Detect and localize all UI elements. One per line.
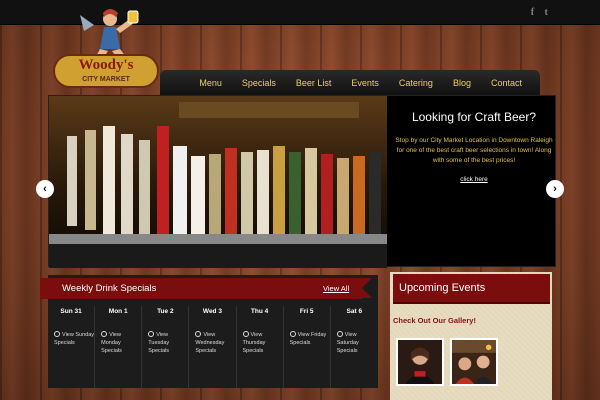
gallery-link[interactable]: Check Out Our Gallery! [393, 316, 476, 325]
day-specials-link[interactable]: View Wednesday Specials [195, 331, 235, 355]
clock-icon [195, 331, 202, 337]
hero-slider: Looking for Craft Beer? Stop by our City… [48, 95, 557, 268]
day-column: Thu 4 View Thursday Specials [237, 306, 284, 388]
social-links: f t [531, 6, 548, 18]
view-all-link[interactable]: View All [323, 284, 349, 293]
clock-icon [336, 331, 343, 337]
events-header: Upcoming Events [393, 274, 550, 304]
drink-specials-title: Weekly Drink Specials [62, 283, 157, 294]
day-name: Mon 1 [108, 308, 128, 315]
gallery-thumbnail[interactable] [450, 338, 498, 386]
day-columns: Sun 31 View Sunday Specials Mon 1 View M… [48, 306, 378, 388]
slider-prev-button[interactable]: ‹ [36, 180, 54, 198]
day-column: Fri 5 View Friday Specials [284, 306, 331, 388]
day-name: Sun 31 [60, 308, 82, 315]
svg-text:CITY MARKET: CITY MARKET [82, 76, 130, 83]
nav-contact[interactable]: Contact [481, 78, 532, 88]
nav-events[interactable]: Events [341, 78, 389, 88]
day-specials-link[interactable]: View Tuesday Specials [148, 331, 188, 355]
gallery-thumbnail[interactable] [396, 338, 444, 386]
twitter-icon[interactable]: t [544, 6, 548, 18]
day-column: Mon 1 View Monday Specials [95, 306, 143, 388]
day-column: Wed 3 View Wednesday Specials [189, 306, 237, 388]
day-name: Fri 5 [299, 308, 314, 315]
nav-catering[interactable]: Catering [389, 78, 443, 88]
nav-specials[interactable]: Specials [232, 78, 286, 88]
day-specials-link[interactable]: View Sunday Specials [54, 331, 94, 347]
clock-icon [289, 331, 296, 337]
drink-specials-ribbon: Weekly Drink Specials View All [40, 278, 372, 299]
slide-title: Looking for Craft Beer? [411, 110, 537, 124]
clock-icon [54, 331, 60, 337]
day-column: Sun 31 View Sunday Specials [48, 306, 96, 388]
slide-body: Stop by our City Market Location in Down… [395, 137, 553, 164]
day-name: Thu 4 [250, 308, 269, 315]
nav-blog[interactable]: Blog [443, 78, 481, 88]
day-column: Tue 2 View Tuesday Specials [142, 306, 190, 388]
events-title: Upcoming Events [399, 282, 486, 294]
day-name: Sat 6 [346, 308, 363, 315]
beer-taps-image [49, 96, 387, 268]
day-specials-link[interactable]: View Monday Specials [101, 331, 141, 355]
clock-icon [242, 331, 249, 337]
day-specials-link[interactable]: View Thursday Specials [242, 331, 283, 355]
nav-menu[interactable]: Menu [189, 78, 232, 88]
day-name: Tue 2 [157, 308, 174, 315]
svg-text:Woody's: Woody's [78, 57, 133, 73]
slide-caption: Looking for Craft Beer? Stop by our City… [391, 96, 557, 268]
site-logo[interactable]: Woody's CITY MARKET [50, 5, 162, 93]
day-column: Sat 6 View Saturday Specials [331, 306, 378, 388]
day-name: Wed 3 [202, 308, 222, 315]
clock-icon [148, 331, 155, 337]
clock-icon [101, 331, 108, 337]
slider-next-button[interactable]: › [546, 180, 564, 198]
day-specials-link[interactable]: View Friday Specials [289, 331, 330, 347]
main-nav: Menu Specials Beer List Events Catering … [160, 70, 540, 95]
day-specials-link[interactable]: View Saturday Specials [336, 331, 378, 355]
nav-beer-list[interactable]: Beer List [286, 78, 342, 88]
facebook-icon[interactable]: f [531, 6, 535, 18]
slide-link[interactable]: click here [460, 176, 487, 183]
